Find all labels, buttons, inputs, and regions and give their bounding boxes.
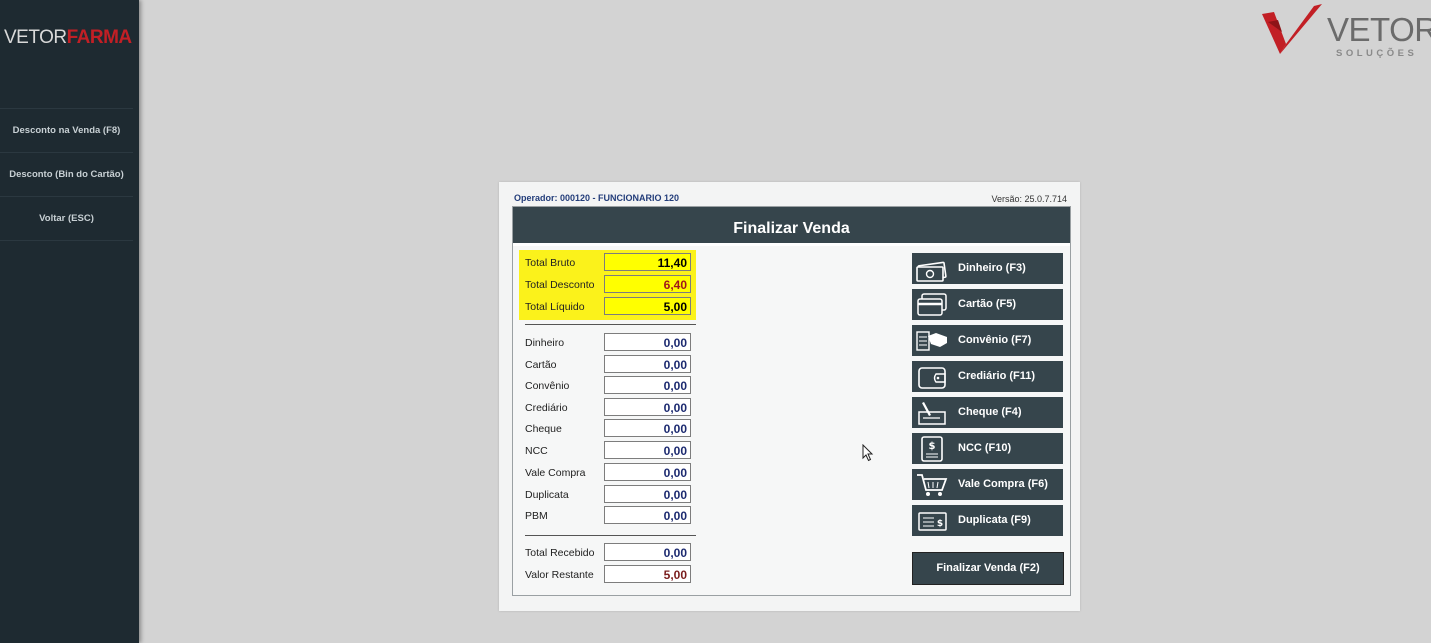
- mouse-cursor-icon: [862, 444, 874, 462]
- total-liquido-row: Total Líquido 5,00: [519, 297, 696, 317]
- total-liquido-label: Total Líquido: [525, 301, 585, 313]
- button-label: Dinheiro (F3): [958, 262, 1026, 274]
- cartao-button[interactable]: Cartão (F5): [912, 289, 1063, 320]
- payment-label: PBM: [525, 510, 548, 522]
- button-label: NCC (F10): [958, 442, 1012, 454]
- dinheiro-button[interactable]: Dinheiro (F3): [912, 253, 1063, 284]
- sidebar-item-voltar[interactable]: Voltar (ESC): [0, 196, 133, 241]
- total-bruto-label: Total Bruto: [525, 257, 576, 269]
- dialog-frame: Finalizar Venda Total Bruto 11,40 Total …: [512, 206, 1071, 596]
- button-label: Crediário (F11): [958, 370, 1036, 382]
- shopping-cart-icon: [917, 474, 948, 496]
- version-label: Versão: 25.0.7.714: [991, 194, 1067, 204]
- valor-restante-label: Valor Restante: [525, 569, 594, 581]
- button-label: Convênio (F7): [958, 334, 1032, 346]
- divider: [525, 324, 696, 325]
- payment-label: Crediário: [525, 402, 568, 414]
- convenio-button[interactable]: Convênio (F7): [912, 325, 1063, 356]
- vale-compra-button[interactable]: Vale Compra (F6): [912, 469, 1063, 500]
- dollar-document-icon: $: [921, 436, 943, 462]
- button-label: Cheque (F4): [958, 406, 1022, 418]
- button-label: Duplicata (F9): [958, 514, 1031, 526]
- payment-label: NCC: [525, 445, 548, 457]
- total-bruto-field[interactable]: 11,40: [604, 253, 691, 271]
- total-recebido-field[interactable]: 0,00: [604, 543, 691, 561]
- duplicata-field[interactable]: 0,00: [604, 485, 691, 503]
- svg-text:$: $: [929, 441, 936, 452]
- total-liquido-field[interactable]: 5,00: [604, 297, 691, 315]
- button-label: Cartão (F5): [958, 298, 1017, 310]
- brand-subtitle: SOLUÇÕES: [1336, 48, 1418, 59]
- finalizar-venda-dialog: Operador: 000120 - FUNCIONARIO 120 Versã…: [499, 182, 1080, 611]
- sidebar-item-desconto-venda[interactable]: Desconto na Venda (F8): [0, 108, 133, 152]
- total-desconto-label: Total Desconto: [525, 279, 595, 291]
- brand-name: VETOR: [1327, 11, 1431, 48]
- duplicata-button[interactable]: $ Duplicata (F9): [912, 505, 1063, 536]
- payment-label: Vale Compra: [525, 467, 586, 479]
- logo-text-vetor: VETOR: [4, 27, 67, 48]
- sidebar-menu: Desconto na Venda (F8) Desconto (Bin do …: [0, 108, 133, 241]
- total-desconto-row: Total Desconto 6,40: [519, 275, 696, 295]
- bill-icon: $: [918, 512, 947, 531]
- sidebar: VETORFARMA Desconto na Venda (F8) Descon…: [0, 0, 139, 643]
- payment-label: Duplicata: [525, 489, 569, 501]
- valor-restante-field[interactable]: 5,00: [604, 565, 691, 583]
- dialog-title: Finalizar Venda: [513, 207, 1070, 246]
- operator-label: Operador: 000120 - FUNCIONARIO 120: [514, 193, 680, 203]
- logo-text-farma: FARMA: [66, 27, 133, 48]
- svg-text:$: $: [937, 519, 943, 529]
- crediario-button[interactable]: Crediário (F11): [912, 361, 1063, 392]
- total-bruto-row: Total Bruto 11,40: [519, 253, 696, 273]
- cartao-field[interactable]: 0,00: [604, 355, 691, 373]
- payment-label: Convênio: [525, 380, 570, 392]
- vetorfarma-logo: VETORFARMA: [4, 27, 132, 49]
- divider: [525, 535, 696, 536]
- money-icon: [916, 261, 947, 282]
- payment-label: Dinheiro: [525, 337, 565, 349]
- sidebar-item-desconto-bin-cartao[interactable]: Desconto (Bin do Cartão): [0, 152, 133, 196]
- credit-card-icon: [917, 293, 947, 316]
- crediario-field[interactable]: 0,00: [604, 398, 691, 416]
- finalizar-venda-button[interactable]: Finalizar Venda (F2): [912, 552, 1064, 585]
- vale-compra-field[interactable]: 0,00: [604, 463, 691, 481]
- payment-label: Cartão: [525, 359, 557, 371]
- vetor-check-icon: [1262, 4, 1322, 54]
- ncc-field[interactable]: 0,00: [604, 441, 691, 459]
- pbm-field[interactable]: 0,00: [604, 506, 691, 524]
- convenio-field[interactable]: 0,00: [604, 376, 691, 394]
- cheque-button[interactable]: Cheque (F4): [912, 397, 1063, 428]
- total-recebido-label: Total Recebido: [525, 547, 595, 559]
- payment-label: Cheque: [525, 423, 562, 435]
- vetor-solucoes-logo: VETOR SOLUÇÕES: [1258, 4, 1431, 64]
- totals-panel: Total Bruto 11,40 Total Desconto 6,40 To…: [519, 250, 696, 320]
- wallet-icon: [918, 367, 946, 389]
- check-pen-icon: [918, 402, 946, 425]
- cheque-field[interactable]: 0,00: [604, 419, 691, 437]
- button-label: Vale Compra (F6): [958, 478, 1048, 490]
- total-desconto-field[interactable]: 6,40: [604, 275, 691, 293]
- dinheiro-field[interactable]: 0,00: [604, 333, 691, 351]
- handshake-icon: [916, 331, 947, 351]
- ncc-button[interactable]: $ NCC (F10): [912, 433, 1063, 464]
